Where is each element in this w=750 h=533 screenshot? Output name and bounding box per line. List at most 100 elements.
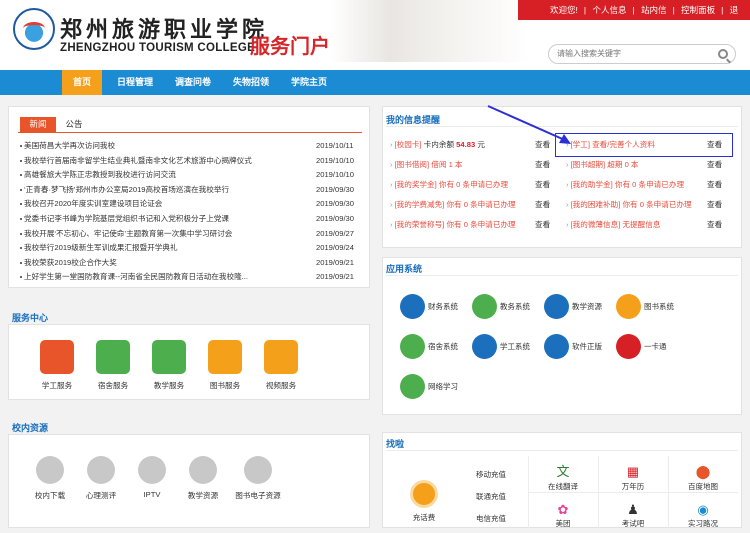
app-label[interactable]: 图书系统 — [644, 302, 674, 312]
news-title[interactable]: 党委书记李书峰为学院基层党组织书记和入党积极分子上党课 — [24, 212, 304, 225]
news-item[interactable]: 美国荷昌大学再次访问我校 2019/10/11 — [20, 139, 370, 152]
recharge-mobile[interactable]: 移动充值 — [476, 470, 506, 480]
info-text[interactable]: 超期 0 本 — [607, 160, 638, 169]
finance-icon[interactable] — [400, 294, 425, 319]
academic-chart-icon[interactable] — [472, 294, 497, 319]
link-personal-info[interactable]: 个人信息 — [592, 5, 626, 15]
nav-lost-found[interactable]: 失物招领 — [226, 70, 276, 95]
news-item[interactable]: 高雄餐旅大学陈正忠教授到我校进行访问交流 2019/10/10 — [20, 168, 370, 181]
tool-label[interactable]: 实习路况 — [673, 518, 733, 529]
tool-label[interactable]: 百度地图 — [673, 481, 733, 492]
search-input[interactable] — [557, 49, 707, 58]
info-tag[interactable]: [我的学费减免] — [395, 200, 445, 209]
info-tag[interactable]: [我的奖学金] — [395, 180, 437, 189]
info-tag[interactable]: [校园卡] — [395, 140, 422, 149]
teaching-resource-icon[interactable] — [189, 456, 217, 484]
info-item[interactable]: [图书超期] 超期 0 本 — [566, 158, 639, 172]
news-item[interactable]: 我校开展‘不忘初心、牢记使命’主题教育第一次集中学习研讨会 2019/09/27 — [20, 227, 370, 240]
download-icon[interactable] — [36, 456, 64, 484]
news-title[interactable]: 我校举行2019级新生军训成果汇报暨开学典礼 — [24, 241, 304, 254]
news-title[interactable]: 上好学生第一堂国防教育课--河南省全民国防教育日活动在我校隆... — [24, 270, 304, 283]
news-title[interactable]: 我校举行首届南非留学生结业典礼暨南非文化艺术旅游中心揭牌仪式 — [24, 154, 304, 167]
nav-schedule[interactable]: 日程管理 — [110, 70, 160, 95]
info-tag[interactable]: [我的助学金] — [571, 180, 613, 189]
app-label[interactable]: 教学资源 — [572, 302, 602, 312]
nav-survey[interactable]: 调查问卷 — [168, 70, 218, 95]
service-label[interactable]: 学工服务 — [27, 380, 87, 391]
info-text[interactable]: 你有 0 条申请已办理 — [439, 180, 508, 189]
info-text[interactable]: 你有 0 条申请已办理 — [615, 180, 684, 189]
news-item[interactable]: 党委书记李书峰为学院基层党组织书记和入党积极分子上党课 2019/09/30 — [20, 212, 370, 225]
resource-label[interactable]: 图书电子资源 — [228, 490, 288, 501]
student-affairs-icon[interactable] — [40, 340, 74, 374]
news-item[interactable]: 我校荣获2019校企合作大奖 2019/09/21 — [20, 256, 370, 269]
search-icon[interactable] — [718, 49, 728, 59]
meituan-icon[interactable]: ✿ — [553, 500, 573, 520]
teaching-people-icon[interactable] — [544, 294, 569, 319]
news-title[interactable]: 我校荣获2019校企合作大奖 — [24, 256, 304, 269]
elearning-globe-icon[interactable] — [400, 374, 425, 399]
news-item[interactable]: 我校举行2019级新生军训成果汇报暨开学典礼 2019/09/24 — [20, 241, 370, 254]
app-label[interactable]: 学工系统 — [500, 342, 530, 352]
tool-label[interactable]: 在线翻译 — [533, 481, 593, 492]
library-icon[interactable] — [616, 294, 641, 319]
nav-home[interactable]: 首页 — [62, 70, 102, 95]
news-title[interactable]: 高雄餐旅大学陈正忠教授到我校进行访问交流 — [24, 168, 304, 181]
link-control-panel[interactable]: 控制面板 — [681, 5, 715, 15]
info-item[interactable]: [我的奖学金] 你有 0 条申请已办理 — [390, 178, 509, 192]
look-link[interactable]: 查看 — [535, 218, 550, 232]
dorm-icon[interactable] — [400, 334, 425, 359]
app-label[interactable]: 宿舍系统 — [428, 342, 458, 352]
info-item[interactable]: [我的学费减免] 你有 0 条申请已办理 — [390, 198, 516, 212]
news-title[interactable]: ‘正青春·梦飞扬’郑州市办公室局2019高校首场巡演在我校举行 — [24, 183, 304, 196]
tab-notice[interactable]: 公告 — [56, 117, 92, 132]
look-link[interactable]: 查看 — [535, 158, 550, 172]
info-item[interactable]: [我的荣誉称号] 你有 0 条申请已办理 — [390, 218, 516, 232]
info-text[interactable]: 借阅 1 本 — [431, 160, 462, 169]
dormitory-icon[interactable] — [96, 340, 130, 374]
recharge-telecom[interactable]: 电信充值 — [476, 514, 506, 524]
news-item[interactable]: 上好学生第一堂国防教育课--河南省全民国防教育日活动在我校隆... 2019/09… — [20, 270, 370, 283]
resource-label[interactable]: 教学资源 — [173, 490, 233, 501]
service-label[interactable]: 宿舍服务 — [83, 380, 143, 391]
info-tag[interactable]: [我的荣誉称号] — [395, 220, 445, 229]
info-tag[interactable]: [图书借阅] — [395, 160, 430, 169]
info-text[interactable]: 你有 0 条申请已办理 — [446, 200, 515, 209]
link-inbox[interactable]: 站内信 — [641, 5, 667, 15]
app-label[interactable]: 教务系统 — [500, 302, 530, 312]
news-item[interactable]: 我校举行首届南非留学生结业典礼暨南非文化艺术旅游中心揭牌仪式 2019/10/10 — [20, 154, 370, 167]
app-label[interactable]: 一卡通 — [644, 342, 667, 352]
student-work-icon[interactable] — [472, 334, 497, 359]
calendar-icon[interactable]: ▦ — [623, 462, 643, 482]
service-label[interactable]: 教学服务 — [139, 380, 199, 391]
translate-icon[interactable]: 文 — [553, 462, 573, 482]
look-link[interactable]: 查看 — [707, 158, 722, 172]
news-title[interactable]: 美国荷昌大学再次访问我校 — [24, 139, 304, 152]
info-item[interactable]: [我的助学金] 你有 0 条申请已办理 — [566, 178, 685, 192]
info-tag[interactable]: [图书超期] — [571, 160, 606, 169]
ebook-icon[interactable] — [244, 456, 272, 484]
tv-icon[interactable] — [138, 456, 166, 484]
card-icon[interactable] — [616, 334, 641, 359]
exam-icon[interactable]: ♟ — [623, 500, 643, 520]
info-text[interactable]: 你有 0 条申请已办理 — [622, 200, 691, 209]
look-link[interactable]: 查看 — [707, 198, 722, 212]
traffic-icon[interactable]: ◉ — [693, 500, 713, 520]
look-link[interactable]: 查看 — [707, 178, 722, 192]
tool-label[interactable]: 美团 — [533, 518, 593, 529]
service-label[interactable]: 视频服务 — [251, 380, 311, 391]
software-icon[interactable] — [544, 334, 569, 359]
teaching-book-icon[interactable] — [152, 340, 186, 374]
app-label[interactable]: 财务系统 — [428, 302, 458, 312]
app-label[interactable]: 软件正版 — [572, 342, 602, 352]
look-link[interactable]: 查看 — [707, 218, 722, 232]
app-label[interactable]: 网络学习 — [428, 382, 458, 392]
nav-college-home[interactable]: 学院主页 — [284, 70, 334, 95]
recharge-label[interactable]: 充话费 — [394, 512, 454, 523]
video-reel-icon[interactable] — [264, 340, 298, 374]
service-label[interactable]: 图书服务 — [195, 380, 255, 391]
news-title[interactable]: 我校召开2020年度实训室建设项目论证会 — [24, 197, 304, 210]
info-text[interactable]: 你有 0 条申请已办理 — [446, 220, 515, 229]
info-text[interactable]: 无提醒信息 — [622, 220, 660, 229]
news-item[interactable]: ‘正青春·梦飞扬’郑州市办公室局2019高校首场巡演在我校举行 2019/09/3… — [20, 183, 370, 196]
